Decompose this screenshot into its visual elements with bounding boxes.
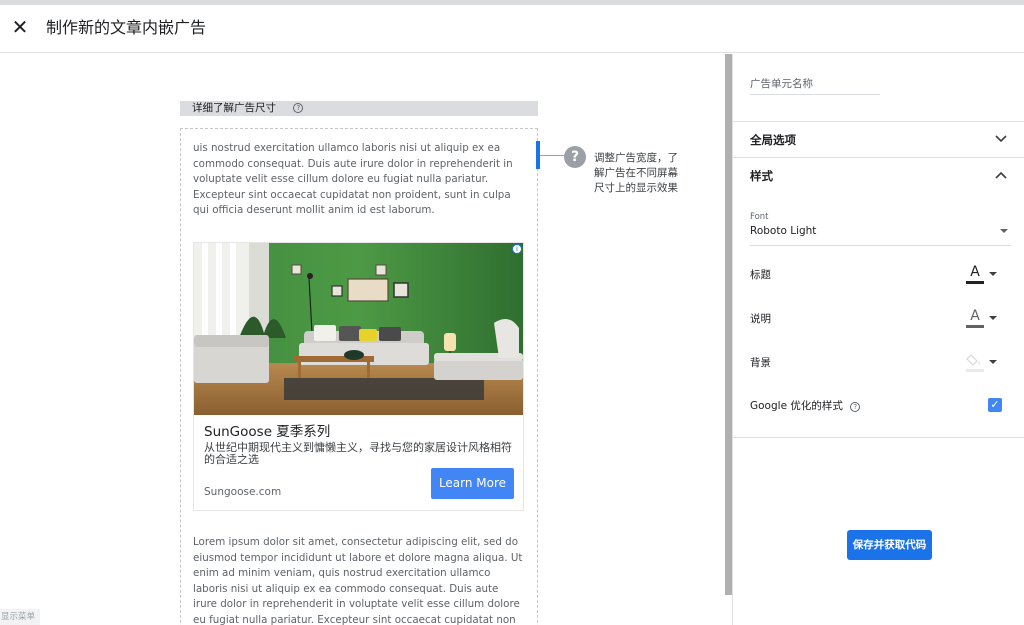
dropdown-caret-icon (1000, 229, 1008, 233)
chevron-down-icon[interactable] (993, 131, 1009, 147)
ad-choices-icon[interactable]: i (512, 244, 522, 254)
background-color-swatch (966, 369, 984, 372)
background-color-row: 背景 (750, 351, 1010, 373)
description-color-icon[interactable]: A (966, 308, 984, 328)
learn-ad-size-link[interactable]: 详细了解广告尺寸 (192, 102, 276, 114)
description-color-label: 说明 (750, 313, 771, 325)
settings-panel: 广告单元名称 全局选项 样式 Font Roboto Light 标题 A 说明… (732, 54, 1024, 625)
ad-headline: SunGoose 夏季系列 (204, 424, 331, 440)
help-icon[interactable]: ? (850, 402, 861, 412)
description-color-row: 说明 A (750, 307, 1010, 329)
google-optimized-label: Google 优化的样式 (750, 400, 843, 412)
description-color-dropdown-icon[interactable] (989, 316, 997, 320)
title-color-swatch (966, 281, 984, 284)
ad-domain: Sungoose.com (204, 486, 282, 498)
title-color-row: 标题 A (750, 263, 1010, 285)
article-paragraph-top: uis nostrud exercitation ullamco laboris… (193, 142, 513, 216)
font-select[interactable]: Roboto Light (750, 225, 1011, 246)
font-label: Font (750, 212, 769, 222)
global-options-section[interactable]: 全局选项 (733, 121, 1024, 157)
learn-ad-size-bar[interactable]: 详细了解广告尺寸 ? (180, 101, 538, 116)
divider (733, 437, 1024, 438)
save-and-get-code-button[interactable]: 保存并获取代码 (847, 530, 932, 560)
show-menu-label[interactable]: 显示菜单 (0, 609, 40, 625)
fill-bucket-icon[interactable] (966, 352, 984, 372)
preview-scrollbar[interactable] (725, 54, 732, 595)
header: ✕ 制作新的文章内嵌广告 (0, 5, 1024, 53)
page-title: 制作新的文章内嵌广告 (46, 18, 207, 37)
hint-connector (540, 155, 564, 156)
in-article-ad[interactable]: i SunGoose 夏季系列 从世纪中期现代主义到慵懒主义，寻找与您的家居设计… (193, 242, 524, 511)
paint-bucket-icon (966, 354, 980, 366)
learn-more-button[interactable]: Learn More (431, 468, 514, 499)
google-optimized-row: Google 优化的样式 ? ✓ (750, 394, 1010, 416)
preview-pane: 详细了解广告尺寸 ? ? 调整广告宽度，了解广告在不同屏幕尺寸上的显示效果 ui… (0, 54, 725, 625)
close-icon[interactable]: ✕ (10, 17, 30, 37)
font-value: Roboto Light (750, 225, 817, 237)
chevron-up-icon[interactable] (993, 167, 1009, 183)
title-color-label: 标题 (750, 269, 771, 281)
style-section[interactable]: 样式 (733, 157, 1024, 193)
ad-unit-name-input[interactable]: 广告单元名称 (750, 76, 880, 95)
style-section-title: 样式 (750, 169, 773, 183)
description-color-swatch (966, 325, 984, 328)
title-color-icon[interactable]: A (966, 264, 984, 284)
ad-description: 从世纪中期现代主义到慵懒主义，寻找与您的家居设计风格相符的合适之选 (204, 441, 512, 466)
text-color-glyph: A (970, 264, 980, 280)
article-paragraph-bottom: Lorem ipsum dolor sit amet, consectetur … (193, 536, 523, 625)
living-room-illustration (194, 243, 523, 415)
title-color-dropdown-icon[interactable] (989, 272, 997, 276)
global-options-title: 全局选项 (750, 133, 796, 147)
google-optimized-checkbox[interactable]: ✓ (988, 398, 1002, 412)
help-icon[interactable]: ? (293, 103, 304, 113)
text-color-glyph: A (970, 308, 980, 324)
google-optimized-label-wrap: Google 优化的样式 ? (750, 398, 861, 413)
background-color-dropdown-icon[interactable] (989, 360, 997, 364)
resize-hint-text: 调整广告宽度，了解广告在不同屏幕尺寸上的显示效果 (594, 152, 678, 194)
question-icon: ? (564, 146, 586, 168)
background-color-label: 背景 (750, 357, 771, 369)
ad-image (194, 243, 523, 415)
